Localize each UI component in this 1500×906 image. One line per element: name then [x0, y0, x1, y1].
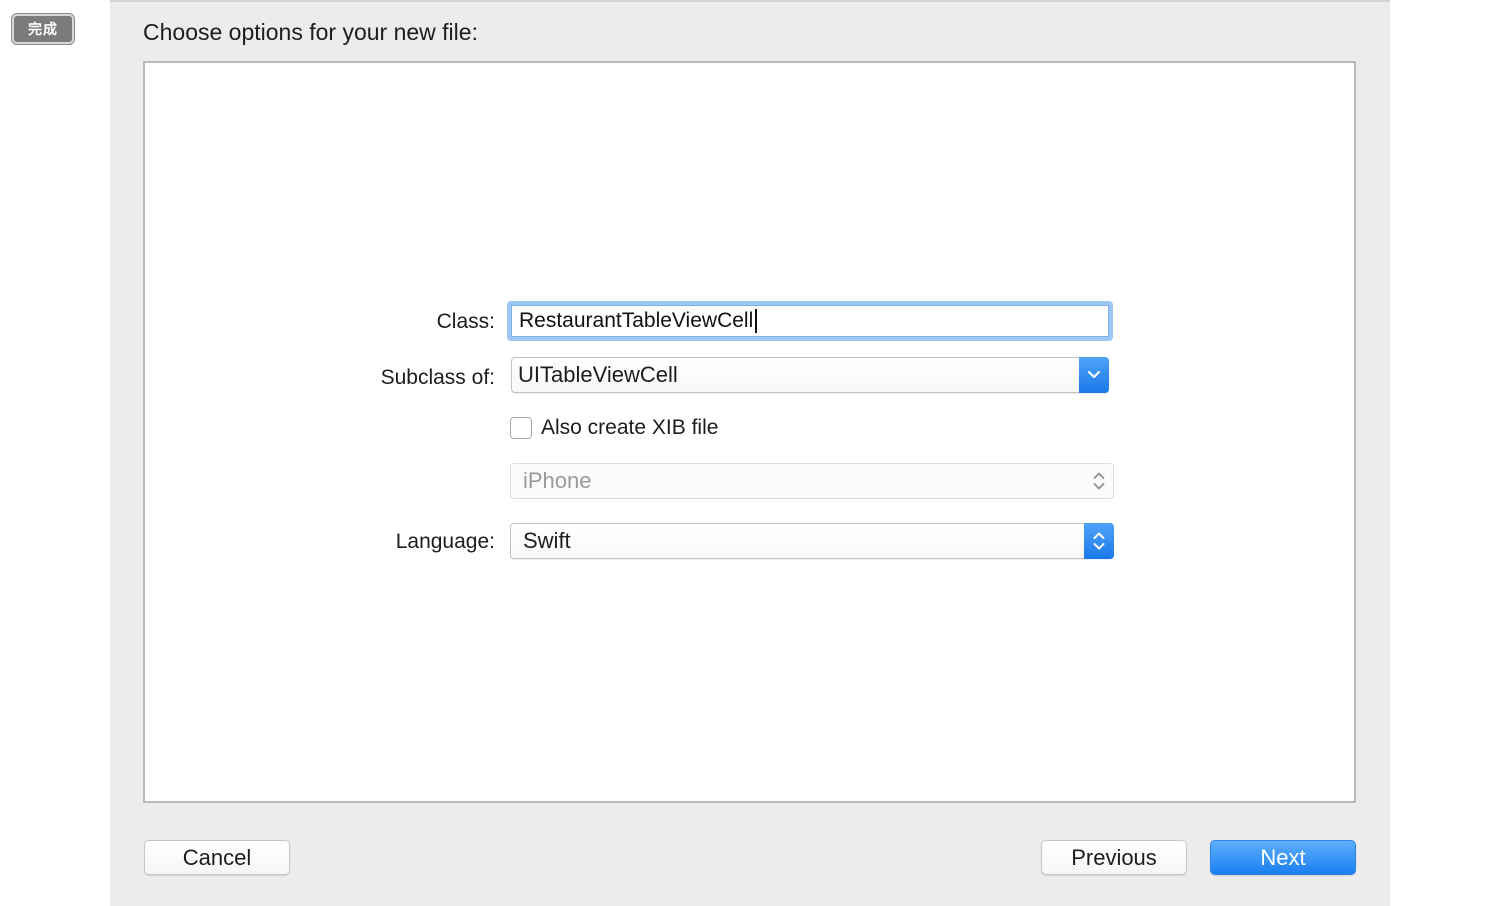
subclass-value: UITableViewCell — [518, 362, 678, 387]
cancel-button[interactable]: Cancel — [144, 840, 290, 875]
xib-checkbox[interactable] — [510, 417, 532, 439]
class-name-value: RestaurantTableViewCell — [519, 309, 754, 332]
xib-checkbox-label[interactable]: Also create XIB file — [541, 416, 718, 440]
language-value: Swift — [523, 528, 571, 553]
subclass-popup[interactable]: UITableViewCell — [511, 357, 1109, 393]
up-down-chevrons-icon — [1084, 523, 1114, 559]
next-button[interactable]: Next — [1210, 840, 1356, 875]
chevron-down-icon — [1079, 357, 1109, 393]
text-caret — [755, 309, 758, 333]
device-value: iPhone — [523, 468, 592, 493]
options-panel: Class: RestaurantTableViewCell Subclass … — [143, 61, 1356, 803]
sheet-title: Choose options for your new file: — [143, 19, 478, 45]
class-name-field[interactable]: RestaurantTableViewCell — [507, 301, 1113, 341]
language-popup[interactable]: Swift — [510, 523, 1114, 559]
previous-button[interactable]: Previous — [1041, 840, 1187, 875]
subclass-label: Subclass of: — [380, 366, 495, 389]
done-button[interactable]: 完成 — [11, 13, 75, 45]
background-strip — [1390, 0, 1500, 906]
language-label: Language: — [395, 530, 495, 553]
class-label: Class: — [436, 310, 495, 333]
new-file-sheet: Choose options for your new file: Class:… — [110, 0, 1390, 906]
up-down-chevrons-icon — [1084, 463, 1114, 499]
device-popup[interactable]: iPhone — [510, 463, 1114, 499]
